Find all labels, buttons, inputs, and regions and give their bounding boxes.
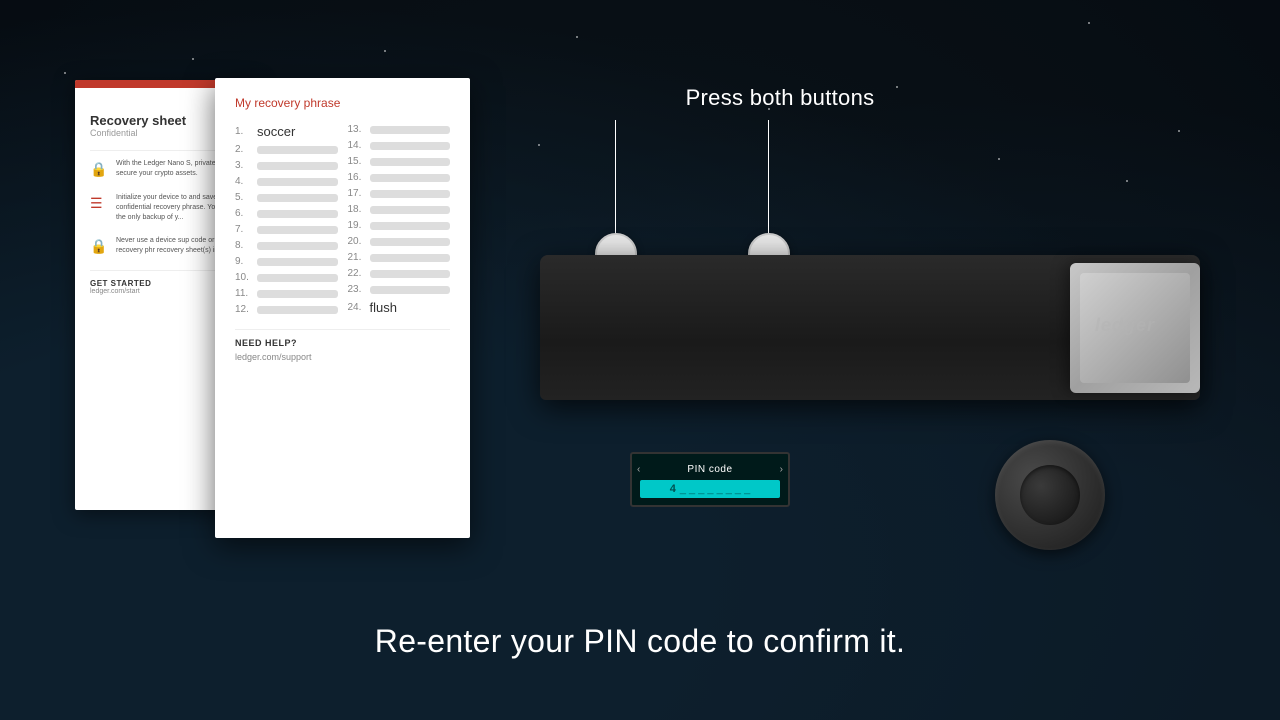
recovery-phrase-card: My recovery phrase 1. soccer 2. 3. 4. 5.	[215, 78, 470, 538]
chevron-right-icon: ›	[780, 464, 783, 475]
word-num-20: 20.	[348, 236, 366, 247]
ledger-logo-text: ledger	[1095, 315, 1155, 336]
word-blur-10	[257, 274, 338, 282]
word-blur-16	[370, 174, 451, 182]
button-line-right	[768, 120, 769, 240]
lock2-icon: 🔒	[90, 238, 108, 256]
word-num-24: 24.	[348, 302, 366, 313]
word-num-8: 8.	[235, 240, 253, 251]
word-item-10: 10.	[235, 272, 338, 283]
list-icon: ☰	[90, 195, 108, 213]
word-num-19: 19.	[348, 220, 366, 231]
word-num-3: 3.	[235, 160, 253, 171]
lock-icon: 🔒	[90, 161, 108, 179]
recovery-card-title: My recovery phrase	[235, 96, 450, 110]
screen-title: PIN code	[640, 464, 779, 475]
word-blur-8	[257, 242, 338, 250]
word-item-13: 13.	[348, 124, 451, 135]
word-grid: 1. soccer 2. 3. 4. 5. 6.	[235, 124, 450, 315]
word-blur-7	[257, 226, 338, 234]
word-blur-18	[370, 206, 451, 214]
pin-row: 4 _ _ _ _ _ _ _ _	[640, 480, 780, 498]
word-item-24: 24. flush	[348, 300, 451, 315]
word-num-5: 5.	[235, 192, 253, 203]
word-item-1: 1. soccer	[235, 124, 338, 139]
word-num-11: 11.	[235, 288, 253, 299]
word-item-5: 5.	[235, 192, 338, 203]
word-num-6: 6.	[235, 208, 253, 219]
word-blur-23	[370, 286, 451, 294]
word-item-20: 20.	[348, 236, 451, 247]
subtitle-text: Re-enter your PIN code to confirm it.	[0, 623, 1280, 660]
word-num-7: 7.	[235, 224, 253, 235]
help-label: NEED HELP?	[235, 338, 450, 348]
word-blur-19	[370, 222, 451, 230]
press-buttons-label: Press both buttons	[630, 85, 930, 111]
word-num-21: 21.	[348, 252, 366, 263]
word-num-10: 10.	[235, 272, 253, 283]
word-blur-6	[257, 210, 338, 218]
word-num-14: 14.	[348, 140, 366, 151]
word-item-3: 3.	[235, 160, 338, 171]
word-item-16: 16.	[348, 172, 451, 183]
words-left-column: 1. soccer 2. 3. 4. 5. 6.	[235, 124, 338, 315]
word-num-1: 1.	[235, 126, 253, 137]
word-blur-4	[257, 178, 338, 186]
word-item-18: 18.	[348, 204, 451, 215]
word-num-12: 12.	[235, 304, 253, 315]
word-num-15: 15.	[348, 156, 366, 167]
word-blur-20	[370, 238, 451, 246]
words-right-column: 13. 14. 15. 16. 17. 18.	[348, 124, 451, 315]
rc-divider	[235, 329, 450, 330]
word-item-6: 6.	[235, 208, 338, 219]
word-num-18: 18.	[348, 204, 366, 215]
word-blur-3	[257, 162, 338, 170]
help-link: ledger.com/support	[235, 352, 450, 362]
word-blur-22	[370, 270, 451, 278]
device-area: Press both buttons ‹ PIN code › 4 _ _ _ …	[540, 85, 1220, 395]
word-item-11: 11.	[235, 288, 338, 299]
button-line-left	[615, 120, 616, 240]
word-num-17: 17.	[348, 188, 366, 199]
word-item-12: 12.	[235, 304, 338, 315]
word-blur-15	[370, 158, 451, 166]
word-blur-14	[370, 142, 451, 150]
word-text-1: soccer	[257, 124, 295, 139]
word-blur-17	[370, 190, 451, 198]
word-num-9: 9.	[235, 256, 253, 267]
word-blur-2	[257, 146, 338, 154]
word-item-22: 22.	[348, 268, 451, 279]
word-num-4: 4.	[235, 176, 253, 187]
navigation-wheel[interactable]	[995, 440, 1105, 550]
word-item-21: 21.	[348, 252, 451, 263]
word-num-2: 2.	[235, 144, 253, 155]
word-num-16: 16.	[348, 172, 366, 183]
word-blur-12	[257, 306, 338, 314]
word-blur-13	[370, 126, 451, 134]
word-item-14: 14.	[348, 140, 451, 151]
word-blur-11	[257, 290, 338, 298]
word-item-4: 4.	[235, 176, 338, 187]
ledger-screen: ‹ PIN code › 4 _ _ _ _ _ _ _ _	[630, 452, 790, 507]
word-blur-21	[370, 254, 451, 262]
word-text-24: flush	[370, 300, 397, 315]
word-num-23: 23.	[348, 284, 366, 295]
word-item-17: 17.	[348, 188, 451, 199]
wheel-inner	[1020, 465, 1080, 525]
pin-dashes: _ _ _ _ _ _ _ _	[680, 483, 750, 495]
word-item-7: 7.	[235, 224, 338, 235]
word-item-19: 19.	[348, 220, 451, 231]
word-blur-5	[257, 194, 338, 202]
word-num-22: 22.	[348, 268, 366, 279]
pin-digit: 4	[670, 483, 676, 495]
word-num-13: 13.	[348, 124, 366, 135]
word-item-9: 9.	[235, 256, 338, 267]
word-item-15: 15.	[348, 156, 451, 167]
word-item-2: 2.	[235, 144, 338, 155]
word-item-23: 23.	[348, 284, 451, 295]
word-blur-9	[257, 258, 338, 266]
screen-nav: ‹ PIN code ›	[632, 462, 788, 477]
word-item-8: 8.	[235, 240, 338, 251]
